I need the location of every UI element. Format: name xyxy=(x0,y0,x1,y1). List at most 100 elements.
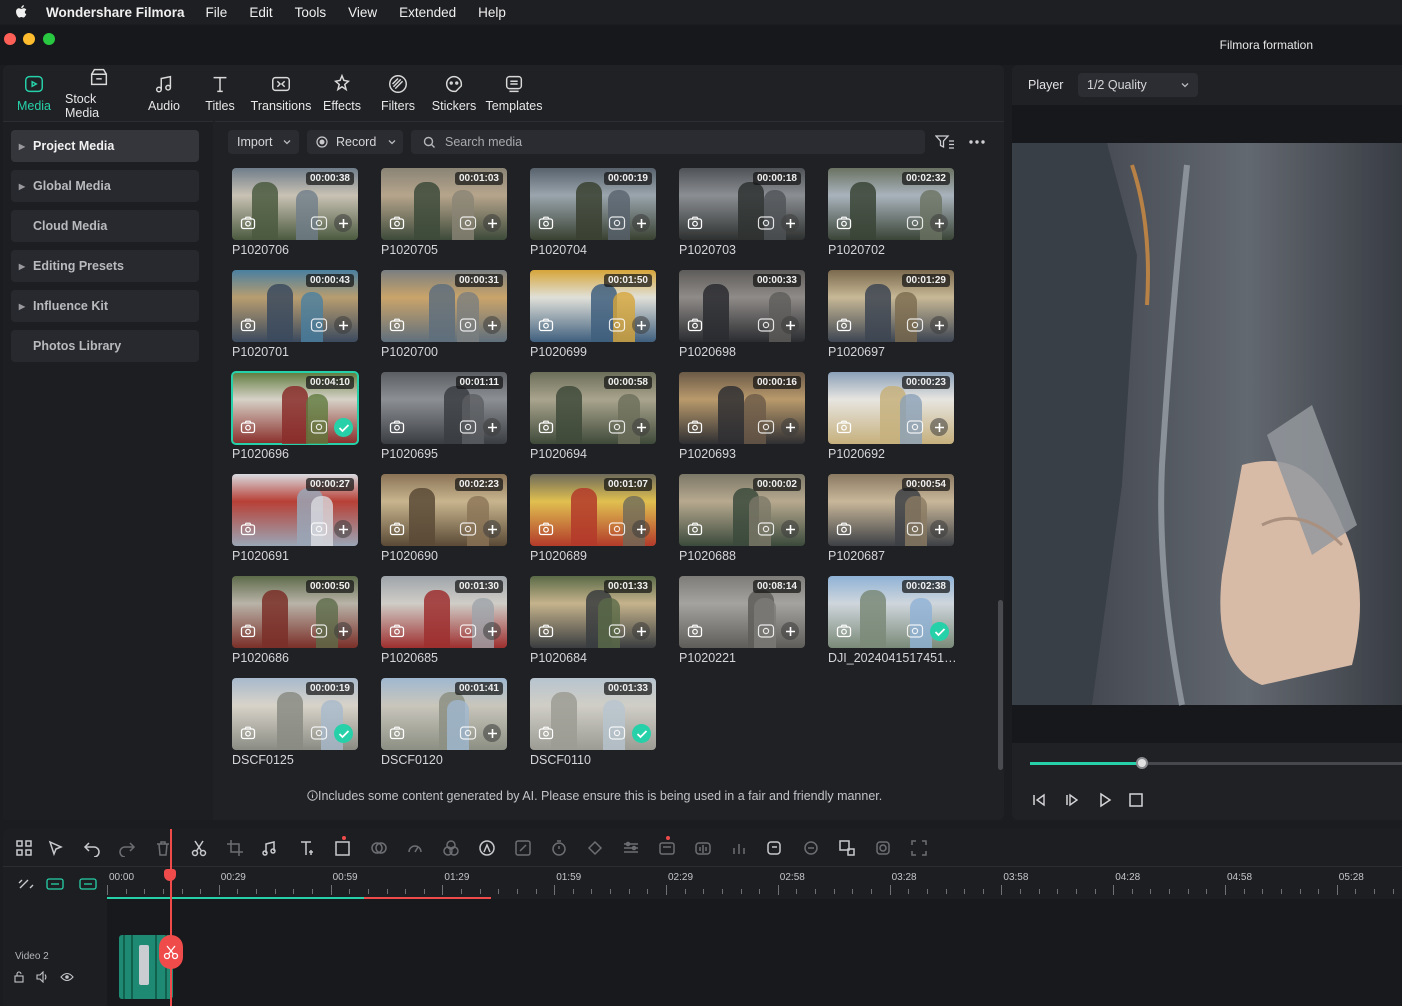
text-tool-icon[interactable] xyxy=(298,839,316,857)
previous-frame-icon[interactable] xyxy=(1030,792,1048,808)
add-to-timeline-button[interactable] xyxy=(334,520,352,538)
voice-changer-icon[interactable] xyxy=(802,839,820,857)
add-to-timeline-button[interactable] xyxy=(334,622,352,640)
add-to-timeline-button[interactable] xyxy=(483,520,501,538)
clip-thumbnail[interactable]: 00:01:29 xyxy=(828,270,954,342)
color-match-icon[interactable] xyxy=(370,839,388,857)
record-dropdown[interactable]: Record xyxy=(307,130,403,154)
add-to-timeline-button[interactable] xyxy=(632,622,650,640)
clip-thumbnail[interactable]: 00:00:02 xyxy=(679,474,805,546)
clip-thumbnail[interactable]: 00:04:10 xyxy=(231,371,359,445)
split-scissors-button[interactable] xyxy=(159,935,183,969)
timeline-track-area[interactable] xyxy=(107,829,1402,1006)
clip-thumbnail[interactable]: 00:01:07 xyxy=(530,474,656,546)
minimize-window-button[interactable] xyxy=(23,33,35,45)
clip-thumbnail[interactable]: 00:01:33 xyxy=(530,678,656,750)
filter-sort-icon[interactable] xyxy=(935,134,955,150)
clip-thumbnail[interactable]: 00:08:14 xyxy=(679,576,805,648)
menu-extended[interactable]: Extended xyxy=(399,5,456,20)
crop-icon[interactable] xyxy=(226,839,244,857)
sidebar-item-cloud-media[interactable]: Cloud Media xyxy=(11,210,199,242)
clip-thumbnail[interactable]: 00:01:03 xyxy=(381,168,507,240)
add-to-timeline-button[interactable] xyxy=(930,316,948,334)
color-wheels-icon[interactable] xyxy=(442,839,460,857)
magnetic-timeline-icon[interactable] xyxy=(79,877,97,891)
add-to-timeline-button[interactable] xyxy=(930,418,948,436)
playback-scrubber-handle[interactable] xyxy=(1135,757,1148,769)
add-to-timeline-button[interactable] xyxy=(334,316,352,334)
add-to-timeline-button[interactable] xyxy=(930,520,948,538)
keyframe-icon[interactable] xyxy=(586,839,604,857)
add-to-timeline-button[interactable] xyxy=(781,418,799,436)
audio-stretch-icon[interactable] xyxy=(694,839,712,857)
speaker-icon[interactable] xyxy=(36,971,49,983)
playhead-line[interactable] xyxy=(170,829,172,1006)
next-frame-icon[interactable] xyxy=(1063,792,1081,808)
add-to-timeline-button[interactable] xyxy=(483,622,501,640)
clip-thumbnail[interactable]: 00:00:43 xyxy=(232,270,358,342)
clip-thumbnail[interactable]: 00:02:38 xyxy=(828,576,954,648)
tab-titles[interactable]: Titles xyxy=(195,65,245,121)
add-to-timeline-button[interactable] xyxy=(930,214,948,232)
add-to-timeline-button[interactable] xyxy=(483,214,501,232)
tab-media[interactable]: Media xyxy=(3,65,65,121)
tab-audio[interactable]: Audio xyxy=(133,65,195,121)
clip-thumbnail[interactable]: 00:02:23 xyxy=(381,474,507,546)
select-pointer-icon[interactable] xyxy=(47,839,65,857)
adjust-sliders-icon[interactable] xyxy=(622,839,640,857)
apple-logo-icon[interactable] xyxy=(14,4,30,20)
add-to-timeline-button[interactable] xyxy=(632,316,650,334)
audio-edit-icon[interactable] xyxy=(262,839,280,857)
more-options-icon[interactable] xyxy=(968,139,986,145)
clip-thumbnail[interactable]: 00:00:33 xyxy=(679,270,805,342)
sidebar-item-global-media[interactable]: ▶ Global Media xyxy=(11,170,199,202)
scissors-icon[interactable] xyxy=(190,839,208,857)
sidebar-item-photos-library[interactable]: Photos Library xyxy=(11,330,199,362)
clip-thumbnail[interactable]: 00:00:23 xyxy=(828,372,954,444)
clip-thumbnail[interactable]: 00:02:32 xyxy=(828,168,954,240)
ai-translate-icon[interactable] xyxy=(838,839,856,857)
add-to-timeline-button[interactable] xyxy=(483,418,501,436)
add-to-timeline-button[interactable] xyxy=(632,214,650,232)
play-icon[interactable] xyxy=(1096,792,1114,808)
link-tracks-icon[interactable] xyxy=(46,877,64,891)
unlock-track-icon[interactable] xyxy=(13,971,25,983)
menu-edit[interactable]: Edit xyxy=(249,5,272,20)
add-to-timeline-button[interactable] xyxy=(781,214,799,232)
sidebar-item-project-media[interactable]: ▶ Project Media xyxy=(11,130,199,162)
clip-thumbnail[interactable]: 00:00:16 xyxy=(679,372,805,444)
undo-icon[interactable] xyxy=(83,839,101,857)
timeline-ruler[interactable]: 00:00 00:29 00:59 01:29 01:59 02:29 02:58 03:28… xyxy=(107,869,1402,899)
tab-stickers[interactable]: Stickers xyxy=(429,65,479,121)
add-to-timeline-button[interactable] xyxy=(483,316,501,334)
tab-effects[interactable]: Effects xyxy=(317,65,367,121)
redo-icon[interactable] xyxy=(118,839,136,857)
clip-thumbnail[interactable]: 00:01:33 xyxy=(530,576,656,648)
clip-thumbnail[interactable]: 00:01:11 xyxy=(381,372,507,444)
clip-thumbnail[interactable]: 00:00:58 xyxy=(530,372,656,444)
add-to-timeline-button[interactable] xyxy=(781,316,799,334)
menu-tools[interactable]: Tools xyxy=(295,5,327,20)
add-to-timeline-button[interactable] xyxy=(632,418,650,436)
tab-transitions[interactable]: Transitions xyxy=(245,65,317,121)
unlink-icon[interactable] xyxy=(17,877,35,891)
layout-grid-icon[interactable] xyxy=(15,839,33,857)
rectangle-mask-icon[interactable] xyxy=(334,839,352,857)
add-to-timeline-button[interactable] xyxy=(781,520,799,538)
tab-templates[interactable]: Templates xyxy=(479,65,549,121)
close-window-button[interactable] xyxy=(4,33,16,45)
add-to-timeline-button[interactable] xyxy=(781,622,799,640)
clip-thumbnail[interactable]: 00:01:41 xyxy=(381,678,507,750)
video-preview[interactable] xyxy=(1012,105,1402,743)
menu-view[interactable]: View xyxy=(348,5,377,20)
clip-thumbnail[interactable]: 00:01:30 xyxy=(381,576,507,648)
snapshot-icon[interactable] xyxy=(874,839,892,857)
clip-thumbnail[interactable]: 00:00:19 xyxy=(232,678,358,750)
clip-thumbnail[interactable]: 00:00:27 xyxy=(232,474,358,546)
media-scrollbar[interactable] xyxy=(998,600,1003,770)
search-media-input[interactable]: Search media xyxy=(411,130,925,154)
ai-text-icon[interactable] xyxy=(658,839,676,857)
clip-thumbnail[interactable]: 00:00:19 xyxy=(530,168,656,240)
fit-to-frame-icon[interactable] xyxy=(910,839,928,857)
sidebar-item-influence-kit[interactable]: ▶ Influence Kit xyxy=(11,290,199,322)
